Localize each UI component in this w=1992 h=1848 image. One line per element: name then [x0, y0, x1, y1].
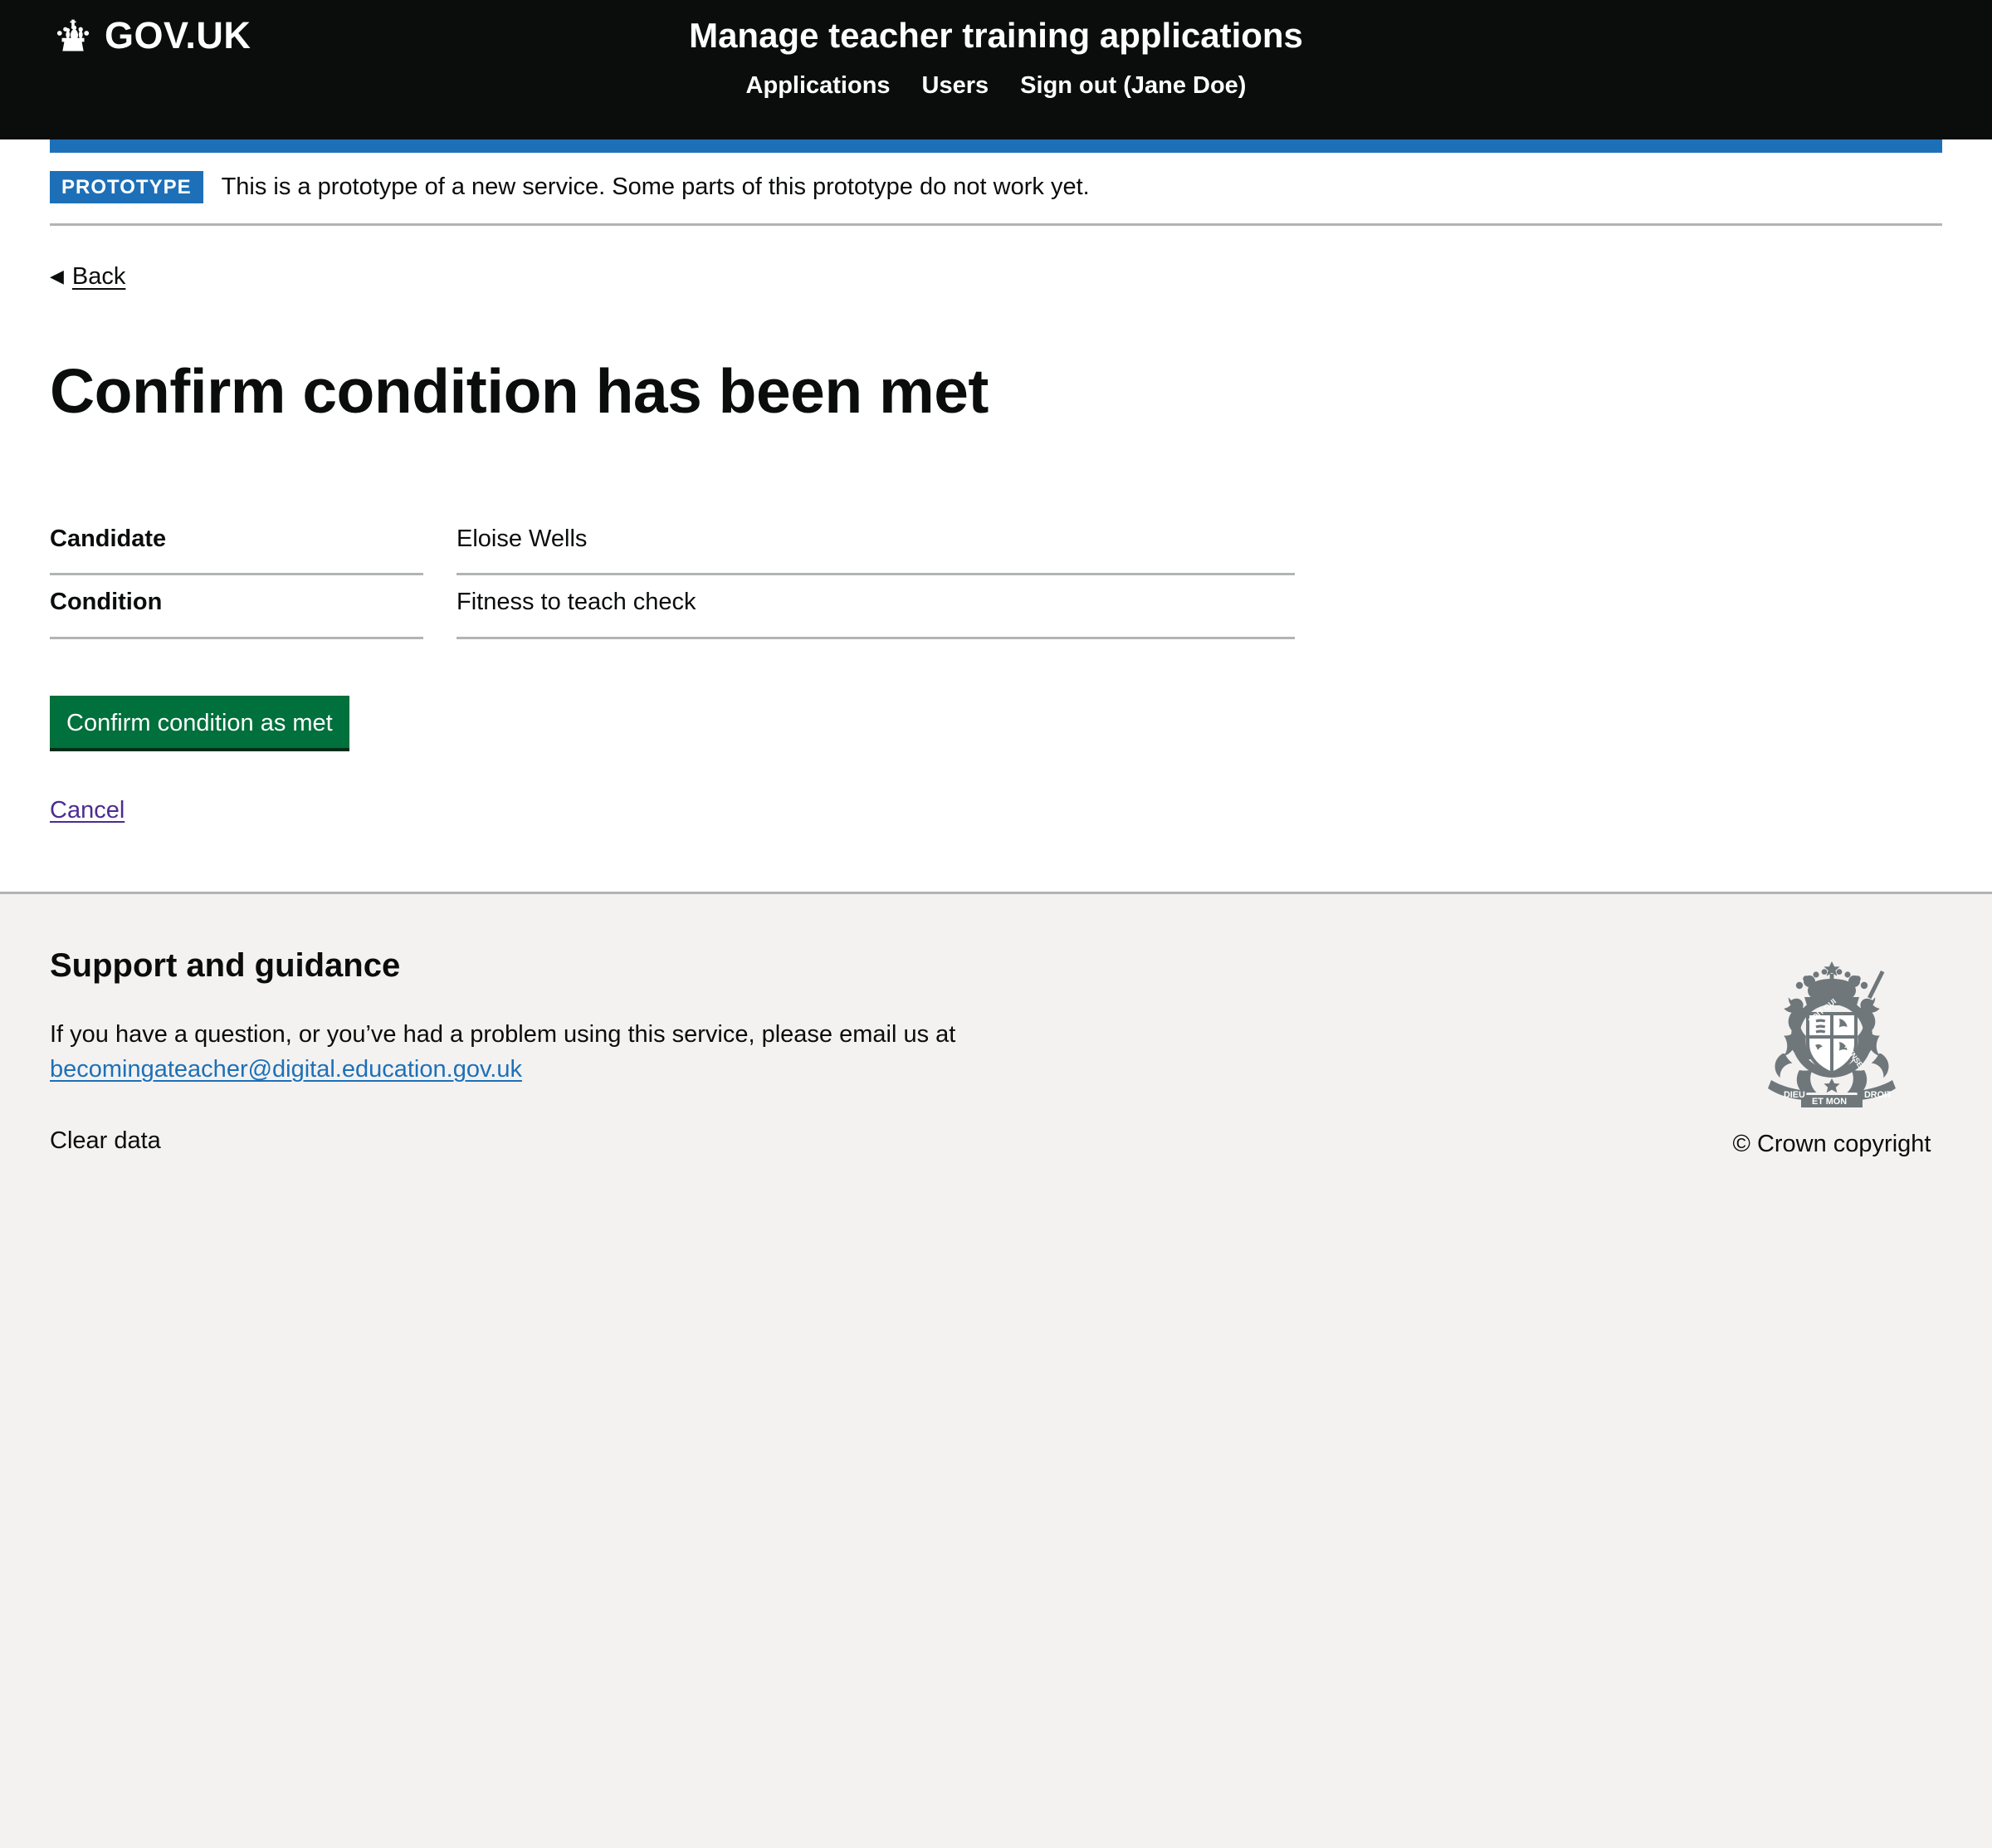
header-navigation: Applications Users Sign out (Jane Doe) — [50, 71, 1942, 100]
clear-data-link[interactable]: Clear data — [50, 1127, 161, 1154]
summary-key-condition: Condition — [50, 575, 423, 639]
footer-crest-section: DIEU DROIT ET MON SOIT QUI PENSE © Crown… — [1728, 946, 1942, 1159]
phase-banner-wrapper: PROTOTYPE This is a prototype of a new s… — [0, 153, 1992, 226]
summary-value-condition: Fitness to teach check — [456, 575, 1295, 639]
svg-text:DIEU: DIEU — [1784, 1090, 1805, 1100]
back-link-row: ◀ Back — [50, 226, 1942, 291]
govuk-logo-text: GOV.UK — [105, 14, 251, 56]
govuk-logo-link[interactable]: GOV.UK — [50, 17, 251, 56]
back-link-label: Back — [71, 263, 126, 290]
main-content-wrapper: ◀ Back Confirm condition has been met Can… — [0, 226, 1992, 892]
phase-banner-text: This is a prototype of a new service. So… — [221, 173, 1090, 200]
footer-support-section: Support and guidance If you have a quest… — [50, 946, 955, 1156]
confirm-condition-as-met-button[interactable]: Confirm condition as met — [50, 695, 349, 748]
nav-link-sign-out[interactable]: Sign out (Jane Doe) — [1020, 71, 1246, 100]
summary-list: Candidate Eloise Wells Condition Fitness… — [50, 512, 1295, 639]
crown-icon — [50, 18, 96, 55]
support-email-link[interactable]: becomingateacher@digital.education.gov.u… — [50, 1056, 522, 1083]
summary-key-candidate: Candidate — [50, 512, 423, 576]
service-name: Manage teacher training applications — [689, 16, 1303, 55]
royal-coat-of-arms-icon: DIEU DROIT ET MON SOIT QUI PENSE — [1728, 951, 1936, 1117]
svg-text:DROIT: DROIT — [1864, 1090, 1892, 1100]
cancel-row: Cancel — [50, 796, 1942, 825]
footer-support-text: If you have a question, or you’ve had a … — [50, 1017, 955, 1087]
page-title: Confirm condition has been met — [50, 355, 989, 426]
footer-heading: Support and guidance — [50, 946, 401, 984]
nav-link-users[interactable]: Users — [922, 71, 989, 100]
phase-tag: PROTOTYPE — [50, 171, 203, 203]
button-row: Confirm condition as met — [50, 653, 1942, 748]
chevron-left-icon: ◀ — [50, 266, 64, 286]
crown-copyright-text: © Crown copyright — [1732, 1130, 1931, 1157]
cancel-link[interactable]: Cancel — [50, 797, 124, 824]
summary-row-candidate: Candidate Eloise Wells — [50, 512, 1295, 576]
govuk-header: GOV.UK Manage teacher training applicati… — [0, 0, 1992, 139]
blue-accent-bar-wrapper — [0, 139, 1992, 153]
phase-banner: PROTOTYPE This is a prototype of a new s… — [50, 153, 1942, 226]
govuk-footer: Support and guidance If you have a quest… — [0, 891, 1992, 1722]
footer-support-text-intro: If you have a question, or you’ve had a … — [50, 1020, 956, 1048]
nav-link-applications[interactable]: Applications — [746, 71, 891, 100]
summary-row-condition: Condition Fitness to teach check — [50, 575, 1295, 639]
svg-text:ET MON: ET MON — [1812, 1097, 1847, 1107]
back-link[interactable]: ◀ Back — [50, 262, 125, 291]
summary-value-candidate: Eloise Wells — [456, 512, 1295, 576]
blue-accent-bar — [50, 139, 1942, 153]
